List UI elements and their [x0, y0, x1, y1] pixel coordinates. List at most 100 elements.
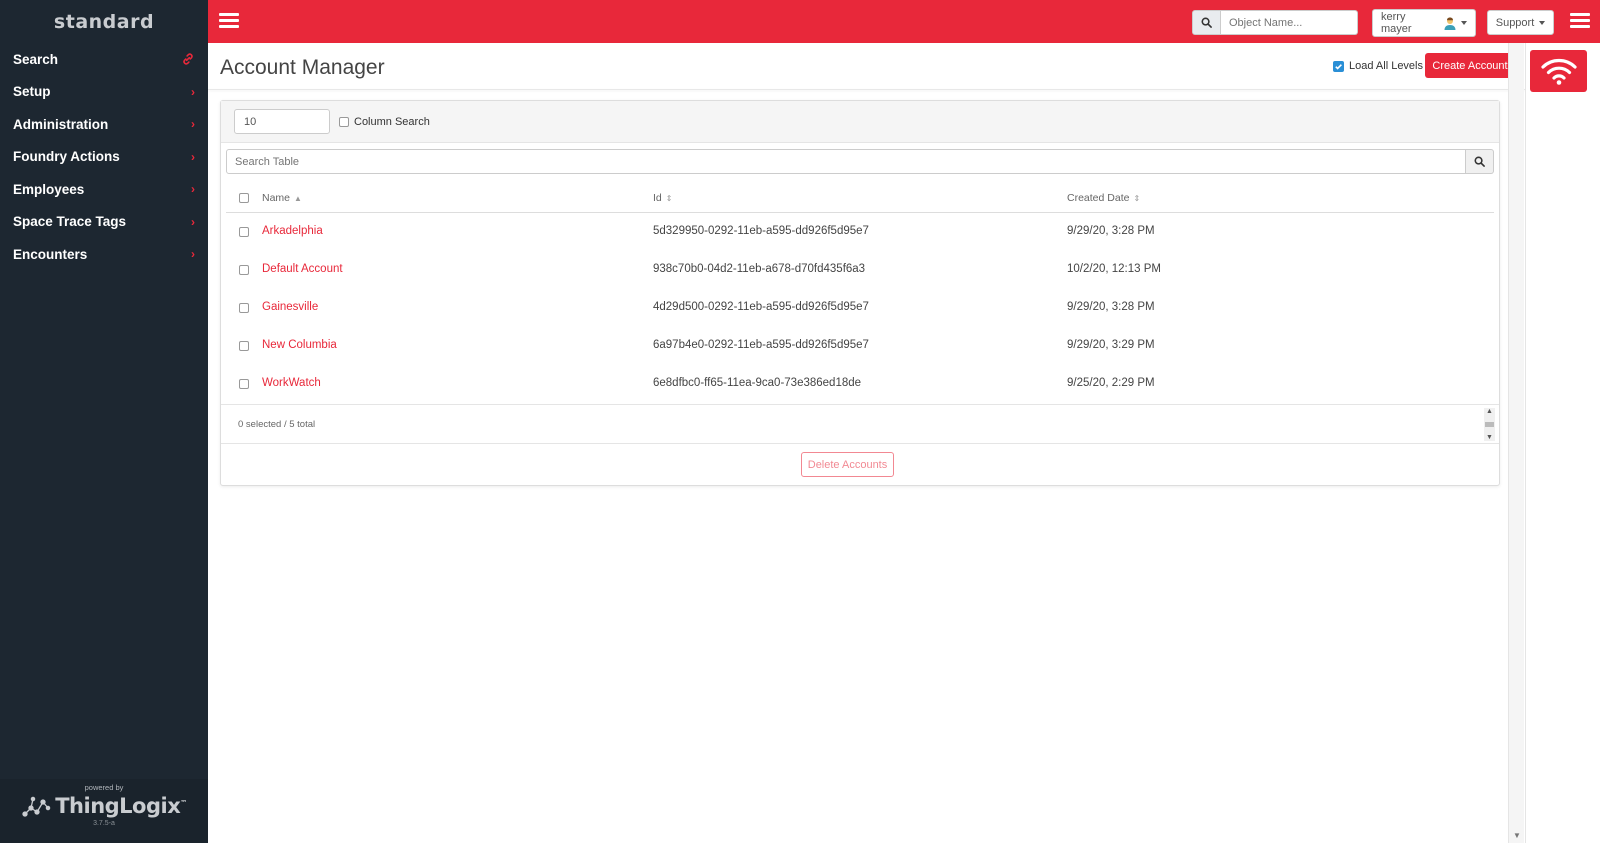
sidebar-footer: powered by ThingLogix™ 3.7.5-a	[0, 779, 208, 843]
load-all-levels[interactable]: Load All Levels	[1333, 60, 1423, 72]
sidebar-item-setup[interactable]: Setup ›	[0, 76, 208, 109]
right-menu-icon[interactable]	[1570, 13, 1590, 31]
row-checkbox[interactable]	[239, 227, 249, 237]
column-header-id[interactable]: Id ⇕	[653, 192, 672, 204]
thinglogix-logo: ThingLogix™	[0, 794, 208, 818]
sort-ascending-icon: ▲	[294, 193, 302, 203]
row-checkbox[interactable]	[239, 341, 249, 351]
powered-by-text: powered by	[84, 783, 124, 792]
column-search-toggle[interactable]: Column Search	[339, 116, 430, 128]
table-scrollbar[interactable]: ▲ ▼	[1484, 408, 1495, 441]
account-id: 938c70b0-04d2-11eb-a678-d70fd435f6a3	[653, 263, 866, 275]
table-toolbar: Column Search	[221, 101, 1499, 143]
sidebar-item-administration[interactable]: Administration ›	[0, 108, 208, 141]
column-header-created-date[interactable]: Created Date ⇕	[1067, 192, 1140, 204]
account-name-link[interactable]: Arkadelphia	[262, 225, 323, 237]
menu-toggle-icon[interactable]	[219, 13, 239, 31]
sidebar-item-label: Employees	[13, 181, 85, 197]
row-checkbox[interactable]	[239, 379, 249, 389]
row-checkbox[interactable]	[239, 303, 249, 313]
chevron-right-icon: ›	[191, 214, 195, 229]
chevron-down-icon	[1539, 20, 1546, 25]
link-icon	[183, 53, 193, 65]
account-name-link[interactable]: WorkWatch	[262, 377, 321, 389]
column-header-label: Id	[653, 192, 662, 204]
table-row: WorkWatch 6e8dfbc0-ff65-11ea-9ca0-73e386…	[226, 365, 1494, 403]
search-icon[interactable]	[1192, 10, 1221, 35]
user-name: kerry mayer	[1381, 11, 1412, 35]
object-search	[1192, 10, 1358, 35]
column-header-label: Name	[262, 192, 291, 204]
sidebar-item-label: Search	[13, 51, 59, 67]
scroll-down-icon[interactable]: ▼	[1513, 831, 1521, 840]
sidebar-item-employees[interactable]: Employees ›	[0, 173, 208, 206]
account-id: 6e8dfbc0-ff65-11ea-9ca0-73e386ed18de	[653, 377, 862, 389]
created-date: 9/29/20, 3:28 PM	[1067, 225, 1155, 237]
account-name-link[interactable]: Default Account	[262, 263, 343, 275]
table-row: Default Account 938c70b0-04d2-11eb-a678-…	[226, 251, 1494, 289]
sidebar-item-foundry-actions[interactable]: Foundry Actions ›	[0, 141, 208, 174]
created-date: 9/29/20, 3:29 PM	[1067, 339, 1155, 351]
selection-summary: 0 selected / 5 total	[238, 419, 316, 430]
sidebar-item-space-trace-tags[interactable]: Space Trace Tags ›	[0, 206, 208, 239]
account-name-link[interactable]: Gainesville	[262, 301, 318, 313]
select-all-checkbox[interactable]	[239, 193, 249, 203]
table-row: New Columbia 6a97b4e0-0292-11eb-a595-dd9…	[226, 327, 1494, 365]
column-header-name[interactable]: Name ▲	[262, 192, 302, 204]
table-footer: 0 selected / 5 total ▲ ▼	[221, 404, 1499, 444]
trademark-mark: ™	[180, 799, 187, 807]
create-account-button[interactable]: Create Account	[1425, 53, 1515, 78]
sidebar-item-label: Administration	[13, 116, 109, 132]
scroll-up-icon[interactable]: ▲	[1486, 408, 1493, 415]
column-search-label: Column Search	[354, 116, 430, 128]
main-content: Account Manager Load All Levels Create A…	[208, 43, 1525, 843]
support-label: Support	[1495, 16, 1535, 29]
user-dropdown[interactable]: kerry mayer	[1372, 9, 1476, 37]
object-name-input[interactable]	[1221, 10, 1358, 35]
sidebar-item-search[interactable]: Search	[0, 43, 208, 76]
search-icon[interactable]	[1466, 149, 1494, 174]
column-search-checkbox[interactable]	[339, 117, 349, 127]
vendor-name: ThingLogix™	[55, 794, 187, 818]
sort-icon: ⇕	[665, 193, 673, 203]
chevron-down-icon	[1461, 21, 1467, 25]
column-header-label: Created Date	[1067, 192, 1130, 204]
header-divider	[208, 89, 1525, 90]
sidebar-item-label: Encounters	[13, 246, 88, 262]
account-id: 4d29d500-0292-11eb-a595-dd926f5d95e7	[653, 301, 869, 313]
created-date: 9/25/20, 2:29 PM	[1067, 377, 1155, 389]
accounts-table-panel: Column Search Name ▲ Id ⇕ Created Date ⇕	[220, 100, 1500, 486]
table-row: Gainesville 4d29d500-0292-11eb-a595-dd92…	[226, 289, 1494, 327]
delete-accounts-button[interactable]: Delete Accounts	[801, 452, 894, 477]
search-table-input[interactable]	[226, 149, 1466, 174]
scroll-thumb[interactable]	[1485, 422, 1494, 427]
load-all-levels-checkbox[interactable]	[1333, 60, 1344, 72]
scroll-down-icon[interactable]: ▼	[1486, 434, 1493, 441]
sidebar-item-label: Foundry Actions	[13, 149, 120, 165]
account-name-link[interactable]: New Columbia	[262, 339, 337, 351]
version-text: 3.7.5-a	[93, 820, 115, 827]
chevron-right-icon: ›	[191, 182, 195, 197]
support-dropdown[interactable]: Support	[1487, 10, 1554, 35]
chevron-right-icon: ›	[191, 84, 195, 99]
table-row: Arkadelphia 5d329950-0292-11eb-a595-dd92…	[226, 213, 1494, 251]
page-size-input[interactable]	[234, 109, 330, 134]
vendor-name-text: ThingLogix	[55, 794, 181, 818]
page-scrollbar[interactable]: ▼	[1508, 43, 1524, 843]
network-icon	[22, 796, 51, 817]
table-header: Name ▲ Id ⇕ Created Date ⇕	[226, 185, 1494, 213]
table-search	[226, 149, 1494, 174]
top-bar: kerry mayer Support	[208, 0, 1600, 43]
chevron-right-icon: ›	[191, 149, 195, 164]
sidebar-item-encounters[interactable]: Encounters ›	[0, 238, 208, 271]
load-all-levels-label: Load All Levels	[1349, 60, 1423, 72]
sidebar-item-label: Space Trace Tags	[13, 214, 127, 230]
sidebar-item-label: Setup	[13, 84, 51, 100]
brand-logo[interactable]: standard	[0, 0, 208, 43]
right-rail	[1525, 43, 1600, 843]
created-date: 9/29/20, 3:28 PM	[1067, 301, 1155, 313]
row-checkbox[interactable]	[239, 265, 249, 275]
wifi-status-button[interactable]	[1530, 50, 1587, 92]
sort-icon: ⇕	[1133, 193, 1141, 203]
page-title: Account Manager	[220, 56, 385, 79]
